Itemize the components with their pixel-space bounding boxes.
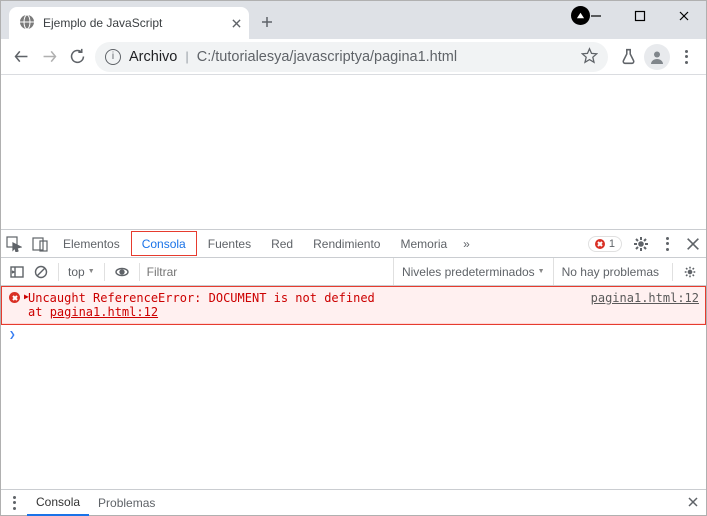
- reload-button[interactable]: [63, 43, 91, 71]
- devtools-close-icon[interactable]: [680, 236, 706, 252]
- console-filter-input[interactable]: [145, 264, 387, 280]
- browser-toolbar: i Archivo | C:/tutorialesya/javascriptya…: [1, 39, 706, 75]
- tab-red[interactable]: Red: [261, 230, 303, 257]
- tab-elementos[interactable]: Elementos: [53, 230, 130, 257]
- tab-fuentes[interactable]: Fuentes: [198, 230, 261, 257]
- error-icon: [9, 292, 20, 303]
- page-content: [1, 75, 706, 229]
- browser-menu-button[interactable]: [672, 50, 700, 64]
- devtools-drawer: Consola Problemas: [1, 489, 706, 515]
- inspect-icon[interactable]: [1, 230, 27, 257]
- labs-icon[interactable]: [614, 43, 642, 71]
- error-source-link[interactable]: pagina1.html:12: [591, 291, 699, 319]
- window-close-button[interactable]: [662, 1, 706, 31]
- log-levels-selector[interactable]: Niveles predeterminados▼: [393, 258, 554, 285]
- issues-link[interactable]: No hay problemas: [554, 265, 667, 279]
- url-scheme: Archivo: [129, 49, 177, 65]
- new-tab-button[interactable]: [253, 8, 281, 36]
- drawer-tab-problemas[interactable]: Problemas: [89, 490, 164, 515]
- bookmark-star-icon[interactable]: [581, 47, 598, 67]
- info-icon[interactable]: i: [105, 49, 121, 65]
- url-text: C:/tutorialesya/javascriptya/pagina1.htm…: [197, 49, 457, 65]
- error-count-pill[interactable]: 1: [588, 236, 622, 252]
- address-bar[interactable]: i Archivo | C:/tutorialesya/javascriptya…: [95, 42, 608, 72]
- tabs-overflow-icon[interactable]: »: [457, 230, 476, 257]
- expand-caret-icon[interactable]: ▶: [24, 292, 29, 301]
- browser-tab[interactable]: Ejemplo de JavaScript: [9, 7, 249, 39]
- devtools-panel: Elementos Consola Fuentes Red Rendimient…: [1, 229, 706, 515]
- restore-down-indicator: [571, 6, 590, 25]
- globe-icon: [19, 14, 35, 33]
- console-sidebar-toggle-icon[interactable]: [5, 265, 29, 279]
- error-message: Uncaught ReferenceError: DOCUMENT is not…: [28, 291, 408, 305]
- tab-memoria[interactable]: Memoria: [390, 230, 457, 257]
- clear-console-icon[interactable]: [29, 265, 53, 279]
- window-maximize-button[interactable]: [618, 1, 662, 31]
- console-settings-gear-icon[interactable]: [678, 265, 702, 279]
- forward-button: [35, 43, 63, 71]
- tab-title: Ejemplo de JavaScript: [43, 16, 232, 30]
- console-toolbar: top▼ Niveles predeterminados▼ No hay pro…: [1, 258, 706, 286]
- live-expression-icon[interactable]: [110, 265, 134, 279]
- devtools-menu-icon[interactable]: [654, 237, 680, 251]
- drawer-close-icon[interactable]: [680, 496, 706, 510]
- device-toggle-icon[interactable]: [27, 230, 53, 257]
- profile-avatar[interactable]: [644, 44, 670, 70]
- console-body: ▶ Uncaught ReferenceError: DOCUMENT is n…: [1, 286, 706, 489]
- settings-gear-icon[interactable]: [628, 236, 654, 252]
- error-count: 1: [609, 238, 615, 250]
- devtools-tabs: Elementos Consola Fuentes Red Rendimient…: [1, 230, 706, 258]
- tab-rendimiento[interactable]: Rendimiento: [303, 230, 390, 257]
- tab-consola[interactable]: Consola: [131, 231, 197, 256]
- tab-close-icon[interactable]: [232, 16, 241, 31]
- back-button[interactable]: [7, 43, 35, 71]
- drawer-menu-icon[interactable]: [1, 496, 27, 510]
- url-separator: |: [185, 49, 188, 64]
- console-prompt[interactable]: ❯: [1, 325, 706, 341]
- drawer-tab-consola[interactable]: Consola: [27, 491, 89, 516]
- context-selector[interactable]: top▼: [68, 265, 95, 279]
- error-stack: at pagina1.html:12: [28, 305, 408, 319]
- console-error-row[interactable]: ▶ Uncaught ReferenceError: DOCUMENT is n…: [2, 287, 705, 324]
